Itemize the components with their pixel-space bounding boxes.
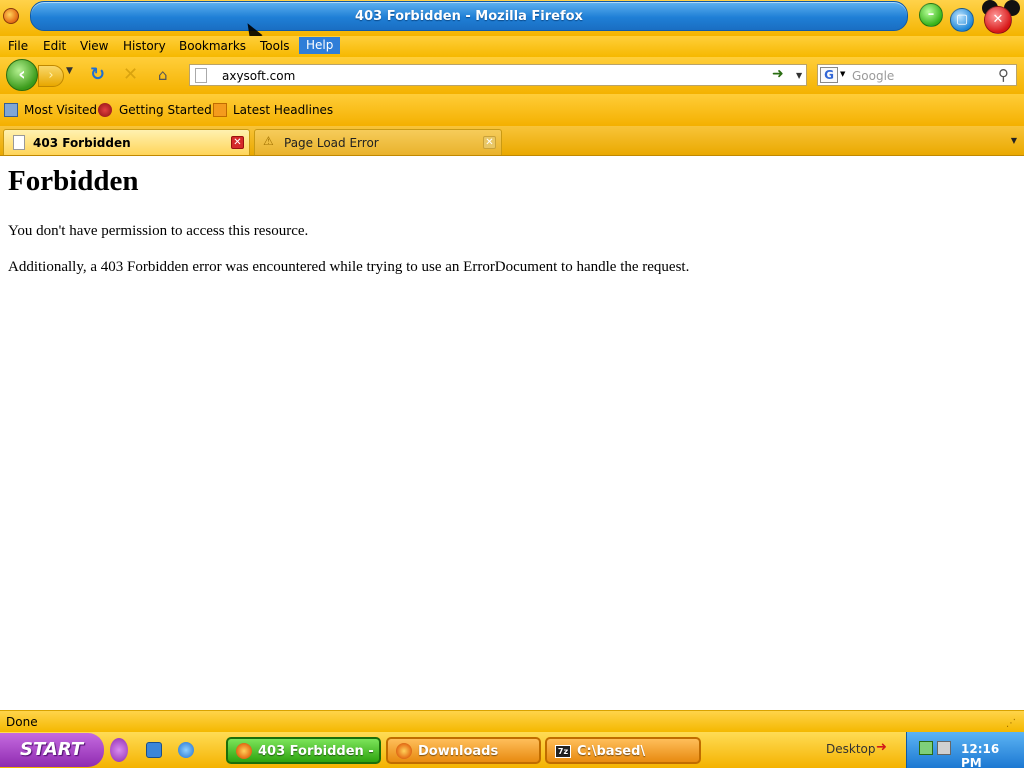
tab-label: Page Load Error [284,136,379,150]
taskbar-item-folder[interactable]: 7z C:\based\ [545,737,701,764]
taskbar-item-firefox[interactable]: 403 Forbidden - ... [226,737,381,764]
page-heading: Forbidden [8,165,139,197]
minimize-button[interactable]: – [919,3,943,27]
resize-grip-icon[interactable]: ⋰ [1006,718,1016,729]
window-title: 403 Forbidden - Mozilla Firefox [355,9,583,24]
menu-help[interactable]: Help [299,37,341,54]
list-all-tabs-icon[interactable]: ▼ [1006,132,1022,152]
home-icon[interactable]: ⌂ [158,65,168,85]
screen: { "window": { "title": "403 Forbidden - … [0,0,1024,768]
show-desktop-icon[interactable] [146,742,162,758]
navigation-toolbar: › ‹ ▼ ↻ ✕ ⌂ axysoft.com ➜ ▼ G ▼ Google ⚲ [0,57,1024,94]
forward-button[interactable]: › [38,65,64,87]
warning-icon: ⚠ [263,134,274,148]
status-text: Done [6,715,38,729]
clock[interactable]: 12:16 PM [961,742,1024,768]
stop-icon[interactable]: ✕ [123,65,138,85]
page-favicon-icon [195,68,207,83]
tab-bar: 403 Forbidden ✕ ⚠ Page Load Error ✕ ▼ [0,126,1024,156]
network-icon[interactable] [919,741,933,755]
menu-history[interactable]: History [123,39,166,53]
history-dropdown-icon[interactable]: ▼ [66,66,73,76]
back-button[interactable]: ‹ [6,59,38,91]
desktop-toolbar-label[interactable]: Desktop [826,742,876,756]
url-text[interactable]: axysoft.com [222,69,295,83]
task-label: 403 Forbidden - ... [258,744,381,759]
engine-dropdown-icon[interactable]: ▼ [840,70,845,78]
start-button[interactable]: START [0,733,104,767]
menu-bar: File Edit View History Bookmarks Tools H… [0,36,1024,57]
url-bar[interactable]: axysoft.com ➜ ▼ [189,64,807,86]
taskbar: START 403 Forbidden - ... Downloads 7z C… [0,732,1024,768]
tab-page-load-error[interactable]: ⚠ Page Load Error ✕ [254,129,502,155]
document-icon [13,135,25,150]
error-detail: Additionally, a 403 Forbidden error was … [8,259,690,275]
desktop-arrow-icon[interactable]: ➜ [876,740,887,755]
firefox-icon [396,743,412,759]
task-label: Downloads [418,744,499,759]
system-tray: 12:16 PM [906,732,1024,768]
bookmark-getting-started[interactable]: Getting Started [119,103,212,117]
maximize-button[interactable]: ▢ [950,8,974,32]
tab-label: 403 Forbidden [33,136,131,150]
go-arrow-icon[interactable]: ➜ [772,66,784,82]
google-engine-icon[interactable]: G [820,67,838,83]
search-input[interactable]: Google [852,69,894,83]
bookmarks-toolbar: Most Visited Getting Started Latest Head… [0,94,1024,126]
error-message: You don't have permission to access this… [8,223,309,239]
url-dropdown-icon[interactable]: ▼ [796,71,802,80]
close-tab-icon[interactable]: ✕ [483,136,496,149]
rss-feed-icon [213,103,227,117]
task-label: C:\based\ [577,744,646,759]
page-content: Forbidden You don't have permission to a… [0,157,1024,710]
internet-explorer-icon[interactable] [178,742,194,758]
most-visited-icon [4,103,18,117]
menu-file[interactable]: File [8,39,28,53]
menu-bookmarks[interactable]: Bookmarks [179,39,246,53]
tools-icon[interactable] [937,741,951,755]
menu-edit[interactable]: Edit [43,39,66,53]
mickey-decoration-icon [110,738,128,762]
status-bar: Done ⋰ [0,710,1024,732]
menu-view[interactable]: View [80,39,108,53]
search-box[interactable]: G ▼ Google ⚲ [817,64,1017,86]
reload-icon[interactable]: ↻ [90,65,105,85]
menu-tools[interactable]: Tools [260,39,290,53]
7zip-icon: 7z [555,745,571,758]
firefox-app-icon[interactable] [3,8,19,24]
firefox-bookmark-icon [98,103,112,117]
close-tab-icon[interactable]: ✕ [231,136,244,149]
bookmark-latest-headlines[interactable]: Latest Headlines [233,103,333,117]
firefox-icon [236,743,252,759]
tab-403-forbidden[interactable]: 403 Forbidden ✕ [3,129,250,155]
search-icon[interactable]: ⚲ [998,66,1009,84]
title-bar: 403 Forbidden - Mozilla Firefox – ▢ ✕ [0,0,1024,43]
bookmark-most-visited[interactable]: Most Visited [24,103,97,117]
taskbar-item-downloads[interactable]: Downloads [386,737,541,764]
close-window-button[interactable]: ✕ [984,6,1012,34]
